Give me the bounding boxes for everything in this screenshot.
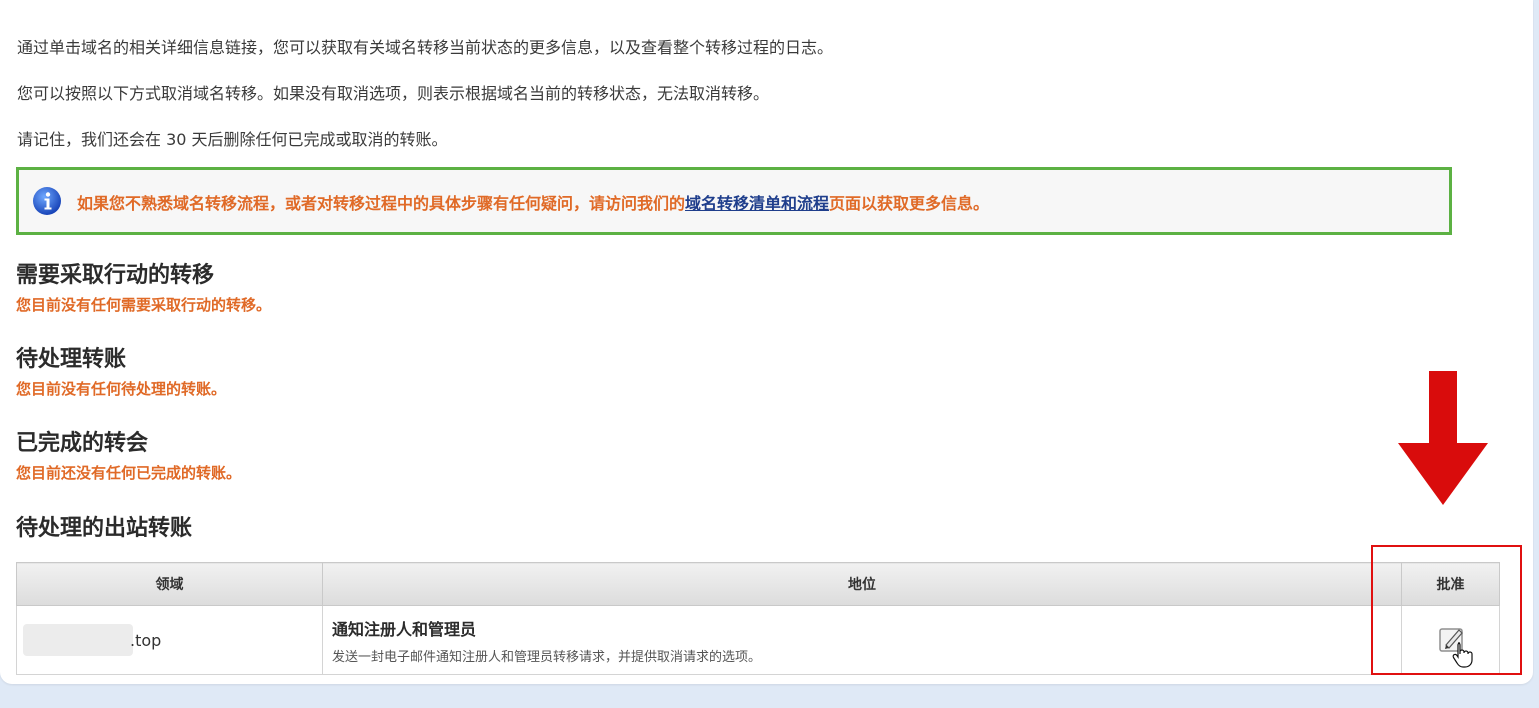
- completed-transfers-message: 您目前还没有任何已完成的转账。: [16, 464, 242, 482]
- outbound-transfers-table: 领域 地位 批准 .top 通知注册人和管理员 发送一封电子邮件通知注册人和管理…: [16, 562, 1500, 675]
- pending-transfers-message: 您目前没有任何待处理的转账。: [16, 380, 227, 398]
- status-cell: 通知注册人和管理员 发送一封电子邮件通知注册人和管理员转移请求，并提供取消请求的…: [322, 605, 1402, 675]
- table-header-row: 领域 地位 批准: [16, 562, 1500, 606]
- info-notice: 如果您不熟悉域名转移流程，或者对转移过程中的具体步骤有任何疑问，请访问我们的域名…: [16, 167, 1452, 235]
- hand-cursor-icon: [1452, 642, 1473, 668]
- status-description: 发送一封电子邮件通知注册人和管理员转移请求，并提供取消请求的选项。: [332, 649, 762, 665]
- redacted-domain: [23, 624, 133, 656]
- column-header-approve: 批准: [1401, 562, 1500, 606]
- transfer-checklist-link[interactable]: 域名转移清单和流程: [685, 194, 829, 213]
- page-edge: [1534, 0, 1539, 708]
- action-required-message: 您目前没有任何需要采取行动的转移。: [16, 296, 272, 314]
- content-panel: 通过单击域名的相关详细信息链接，您可以获取有关域名转移当前状态的更多信息，以及查…: [0, 0, 1533, 684]
- intro-line-3: 请记住，我们还会在 30 天后删除任何已完成或取消的转账。: [17, 130, 448, 149]
- action-required-title: 需要采取行动的转移: [16, 263, 215, 288]
- outbound-transfers-title: 待处理的出站转账: [16, 516, 193, 541]
- status-title: 通知注册人和管理员: [332, 619, 477, 639]
- completed-transfers-title: 已完成的转会: [16, 431, 149, 456]
- intro-line-2: 您可以按照以下方式取消域名转移。如果没有取消选项，则表示根据域名当前的转移状态，…: [17, 84, 770, 103]
- domain-suffix[interactable]: .top: [130, 631, 161, 650]
- approve-cell: [1401, 605, 1500, 675]
- column-header-domain: 领域: [16, 562, 323, 606]
- info-icon: [33, 187, 61, 215]
- column-header-status: 地位: [322, 562, 1402, 606]
- intro-line-1: 通过单击域名的相关详细信息链接，您可以获取有关域名转移当前状态的更多信息，以及查…: [17, 38, 834, 57]
- domain-cell: .top: [16, 605, 323, 675]
- table-row: .top 通知注册人和管理员 发送一封电子邮件通知注册人和管理员转移请求，并提供…: [16, 605, 1500, 675]
- arrow-down-icon: [1398, 371, 1488, 505]
- notice-text: 如果您不熟悉域名转移流程，或者对转移过程中的具体步骤有任何疑问，请访问我们的域名…: [77, 194, 990, 213]
- pending-transfers-title: 待处理转账: [16, 347, 127, 372]
